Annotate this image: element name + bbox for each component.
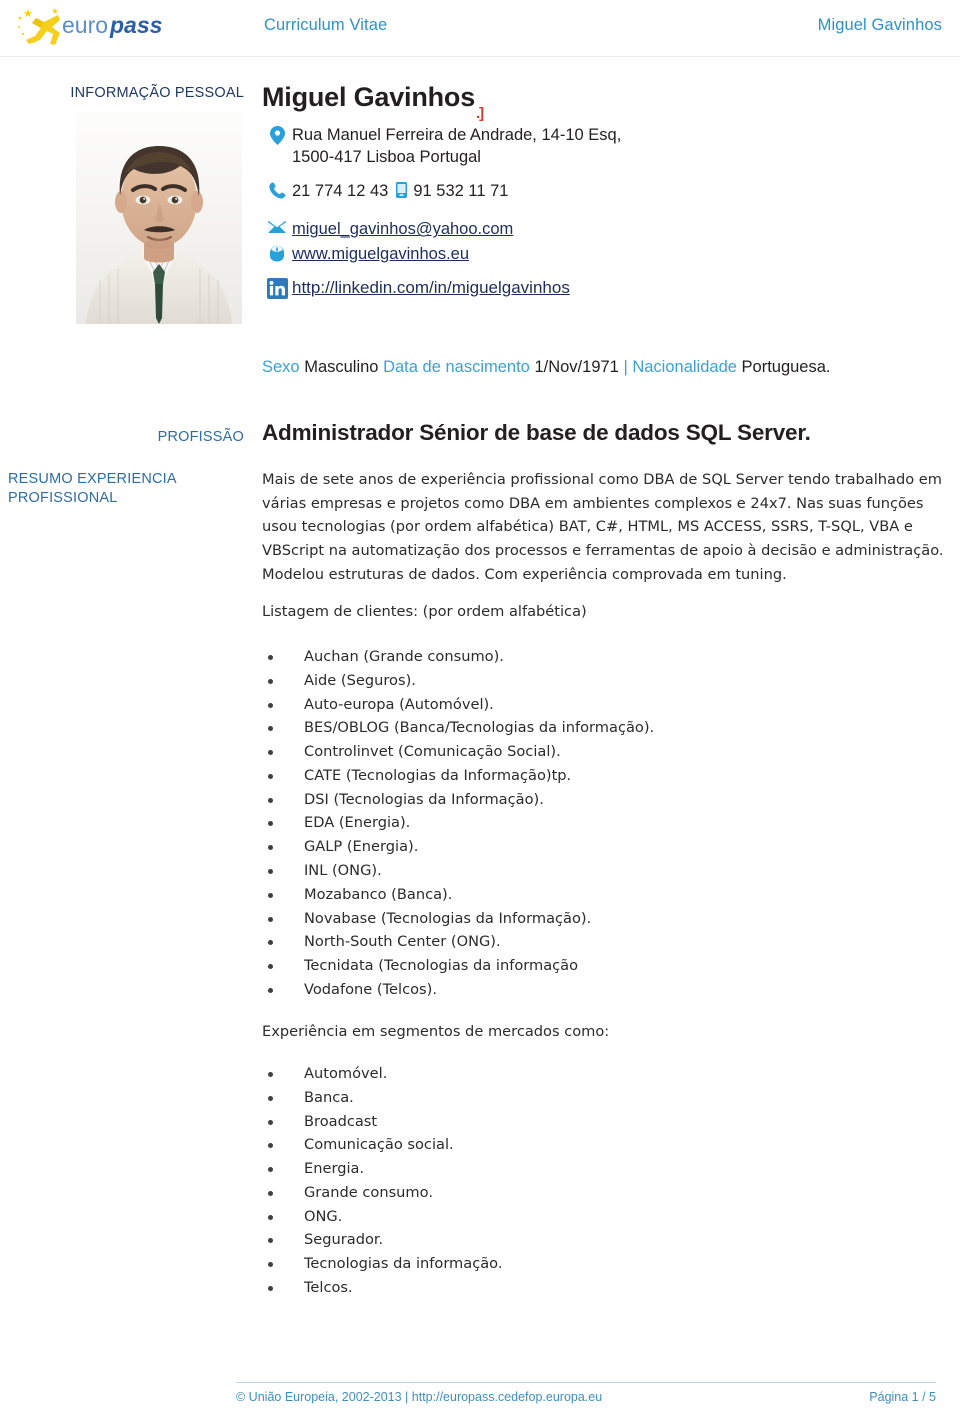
list-item: Controlinvet (Comunicação Social). [262,740,950,764]
list-item: ONG. [262,1205,950,1229]
list-item: Tecnidata (Tecnologias da informação [262,954,950,978]
contact-row-address: Rua Manuel Ferreira de Andrade, 14-10 Es… [262,124,952,168]
list-item: Auto-europa (Automóvel). [262,693,950,717]
page-title: Miguel Gavinhos [262,82,476,112]
mobile-phone-icon [396,182,408,204]
sex-value: Masculino [304,358,379,376]
list-item: DSI (Tecnologias da Informação). [262,788,950,812]
list-item: INL (ONG). [262,859,950,883]
profile-photo [76,112,242,324]
birthdate-label: Data de nascimento [383,358,530,376]
list-item: Vodafone (Telcos). [262,978,950,1002]
list-item: Comunicação social. [262,1133,950,1157]
meta-separator: | [623,358,628,376]
page-footer: © União Europeia, 2002-2013 | http://eur… [236,1390,936,1404]
header-divider [0,56,960,57]
markets-list: Automóvel. Banca. Broadcast Comunicação … [262,1062,950,1300]
birthdate-value: 1/Nov/1971 [534,358,619,376]
address-line-2: 1500-417 Lisboa Portugal [292,148,481,167]
red-annotation-mark: .] [476,105,484,122]
list-item: BES/OBLOG (Banca/Tecnologias da informaç… [262,716,950,740]
contact-details: Rua Manuel Ferreira de Andrade, 14-10 Es… [262,124,952,302]
page-header: euro pass Curriculum Vitae Miguel Gavinh… [0,0,960,56]
footer-copyright: © União Europeia, 2002-2013 | http://eur… [236,1390,603,1404]
footer-divider [236,1382,936,1383]
address-line-1: Rua Manuel Ferreira de Andrade, 14-10 Es… [292,126,622,144]
list-item: Banca. [262,1086,950,1110]
header-document-type: Curriculum Vitae [264,16,388,34]
sidebar-label-personal-info: INFORMAÇÃO PESSOAL [70,85,244,101]
contact-row-email[interactable]: miguel_gavinhos@yahoo.com [262,218,952,240]
summary-paragraph: Mais de sete anos de experiência profiss… [262,471,944,583]
profession-title: Administrador Sénior de base de dados SQ… [262,420,811,445]
phone-landline-value: 21 774 12 43 [292,182,389,201]
svg-text:euro: euro [62,12,108,38]
list-item: GALP (Energia). [262,835,950,859]
list-item: Broadcast [262,1110,950,1134]
linkedin-link[interactable]: http://linkedin.com/in/miguelgavinhos [292,278,570,297]
header-person-name: Miguel Gavinhos [817,16,942,34]
footer-page-number: Página 1 / 5 [869,1390,936,1404]
list-item: Grande consumo. [262,1181,950,1205]
list-item: North-South Center (ONG). [262,930,950,954]
list-item: CATE (Tecnologias da Informação)tp. [262,764,950,788]
list-item: Telcos. [262,1276,950,1300]
svg-text:pass: pass [109,12,162,38]
europass-logo: euro pass [14,6,214,52]
nationality-value: Portuguesa. [741,358,831,376]
personal-meta-line: Sexo Masculino Data de nascimento 1/Nov/… [262,358,831,377]
list-item: Energia. [262,1157,950,1181]
linkedin-icon [262,277,292,300]
cv-page: euro pass Curriculum Vitae Miguel Gavinh… [0,0,960,1417]
list-item: EDA (Energia). [262,811,950,835]
sidebar-label-profession: PROFISSÃO [157,429,244,445]
contact-row-phones: 21 774 12 43 91 532 11 71 [262,180,952,204]
sex-label: Sexo [262,358,300,376]
list-item: Tecnologias da informação. [262,1252,950,1276]
markets-heading: Experiência em segmentos de mercados com… [262,1023,610,1040]
sidebar-label-summary: RESUMO EXPERIENCIA PROFISSIONAL [8,471,176,506]
list-item: Segurador. [262,1228,950,1252]
location-pin-icon [262,124,292,145]
list-item: Automóvel. [262,1062,950,1086]
list-item: Novabase (Tecnologias da Informação). [262,907,950,931]
email-link[interactable]: miguel_gavinhos@yahoo.com [292,220,513,238]
phone-mobile-value: 91 532 11 71 [413,182,509,201]
phone-icon [262,180,292,199]
nationality-label: Nacionalidade [632,358,737,376]
contact-row-linkedin[interactable]: http://linkedin.com/in/miguelgavinhos [262,277,952,300]
website-link[interactable]: www.miguelgavinhos.eu [292,245,469,263]
phone-values: 21 774 12 43 91 532 11 71 [292,180,508,204]
envelope-icon [262,218,292,234]
list-item: Auchan (Grande consumo). [262,645,950,669]
contact-row-website[interactable]: www.miguelgavinhos.eu [262,243,952,265]
clients-heading: Listagem de clientes: (por ordem alfabét… [262,603,587,620]
list-item: Mozabanco (Banca). [262,883,950,907]
address-text: Rua Manuel Ferreira de Andrade, 14-10 Es… [292,124,621,168]
list-item: Aide (Seguros). [262,669,950,693]
clients-list: Auchan (Grande consumo). Aide (Seguros).… [262,645,950,1002]
globe-mouse-icon [262,243,292,262]
